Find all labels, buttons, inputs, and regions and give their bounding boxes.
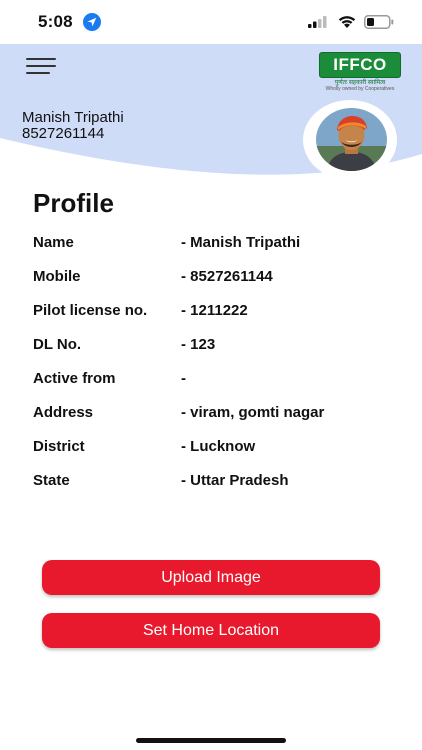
- menu-icon[interactable]: [26, 58, 56, 78]
- logo-hindi-text: पुर्णतः सहकारी स्वामित्व: [334, 80, 386, 86]
- profile-row-mobile: Mobile - 8527261144: [33, 268, 393, 290]
- profile-row-state: State - Uttar Pradesh: [33, 472, 393, 494]
- row-label: Address: [33, 404, 94, 421]
- set-home-location-button[interactable]: Set Home Location: [42, 613, 380, 648]
- row-label: DL No.: [33, 336, 82, 353]
- profile-row-pilot-license: Pilot license no. - 1211222: [33, 302, 393, 324]
- status-time: 5:08: [38, 12, 73, 31]
- profile-row-name: Name - Manish Tripathi: [33, 234, 393, 256]
- wifi-icon: [338, 16, 356, 28]
- row-value: - 1211222: [181, 302, 248, 319]
- profile-row-dl-no: DL No. - 123: [33, 336, 393, 358]
- row-value: - 123: [181, 336, 216, 353]
- row-value: - Lucknow: [181, 438, 256, 455]
- profile-row-active-from: Active from -: [33, 370, 393, 392]
- row-value: -: [181, 370, 186, 387]
- row-value: - Manish Tripathi: [181, 234, 301, 251]
- row-label: Mobile: [33, 268, 81, 285]
- row-value: - viram, gomti nagar: [181, 404, 325, 421]
- row-label: District: [33, 438, 85, 455]
- cellular-signal-icon: [308, 16, 327, 28]
- battery-icon: [364, 15, 394, 29]
- avatar-photo: [316, 108, 387, 171]
- row-value: - Uttar Pradesh: [181, 472, 289, 489]
- profile-title: Profile: [33, 188, 114, 218]
- row-value: - 8527261144: [181, 268, 273, 285]
- profile-row-address: Address - viram, gomti nagar: [33, 404, 393, 426]
- logo-subtitle: Wholly owned by Cooperatives: [325, 86, 395, 92]
- row-label: Name: [33, 234, 74, 251]
- avatar[interactable]: [316, 108, 387, 171]
- row-label: Pilot license no.: [33, 302, 148, 319]
- profile-row-district: District - Lucknow: [33, 438, 393, 460]
- status-bar: 5:08: [0, 0, 422, 44]
- home-indicator[interactable]: [136, 738, 286, 743]
- header-user-mobile: 8527261144: [22, 125, 105, 142]
- iffco-logo: IFFCO पुर्णतः सहकारी स्वामित्व Wholly ow…: [319, 52, 401, 92]
- logo-wordmark: IFFCO: [319, 52, 401, 78]
- row-label: Active from: [33, 370, 116, 387]
- upload-image-button[interactable]: Upload Image: [42, 560, 380, 595]
- row-label: State: [33, 472, 70, 489]
- header-user-name: Manish Tripathi: [22, 109, 124, 126]
- location-arrow-icon: [83, 13, 101, 31]
